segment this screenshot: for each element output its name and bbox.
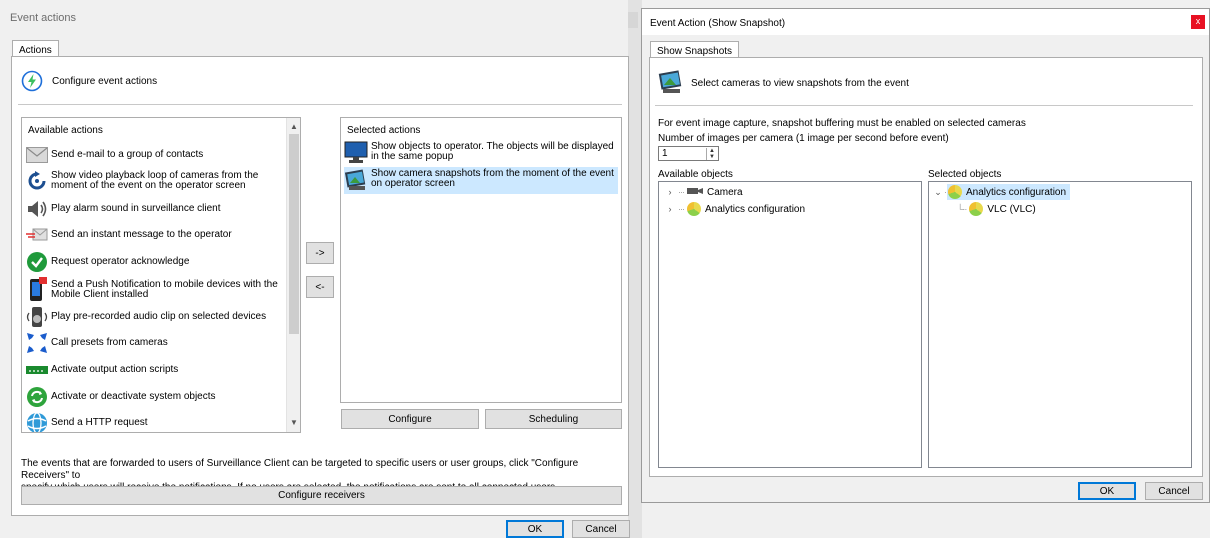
right-cancel-button[interactable]: Cancel [1145, 482, 1203, 500]
window-gap-accent [628, 12, 638, 28]
action-item-operator-acknowledge[interactable]: Request operator acknowledge [26, 249, 288, 275]
stepper-arrows[interactable]: ▲ ▼ [706, 148, 717, 160]
action-item-label: Send a HTTP request [51, 417, 148, 428]
window-gap [628, 0, 642, 538]
mobile-phone-icon [26, 277, 48, 301]
action-item-playback-loop[interactable]: Show video playback loop of cameras from… [26, 167, 288, 195]
action-item-label: Send e-mail to a group of contacts [51, 149, 204, 160]
available-objects-tree[interactable]: › ··· Camera › ··· Analytics configurati… [658, 181, 922, 468]
action-item-send-email[interactable]: Send e-mail to a group of contacts [26, 142, 288, 168]
action-item-http-request[interactable]: Send a HTTP request [26, 410, 288, 432]
available-actions-header: Available actions [28, 125, 103, 136]
action-item-label: Play alarm sound in surveillance client [51, 203, 221, 214]
selected-objects-header: Selected objects [928, 169, 1002, 180]
http-request-icon [26, 412, 48, 432]
selected-actions-header: Selected actions [347, 125, 421, 136]
snapshot-heading: Select cameras to view snapshots from th… [691, 78, 909, 89]
images-per-camera-stepper[interactable]: 1 ▲ ▼ [658, 146, 719, 161]
checkmark-icon [26, 251, 48, 273]
chevron-right-icon[interactable]: › [665, 204, 675, 214]
info-text-line: The events that are forwarded to users o… [21, 458, 579, 481]
tab-show-snapshots-label: Show Snapshots [657, 46, 733, 57]
action-item-label: Activate output action scripts [51, 364, 179, 375]
action-item-alarm-sound[interactable]: Play alarm sound in surveillance client [26, 196, 288, 222]
left-ok-button[interactable]: OK [506, 520, 564, 538]
images-per-camera-value: 1 [662, 148, 668, 159]
tree-node-label: Analytics configuration [705, 203, 806, 215]
stepper-down-icon[interactable]: ▼ [707, 154, 717, 160]
tree-node-label: VLC (VLC) [987, 203, 1036, 215]
tree-node-camera[interactable]: › ··· Camera [665, 184, 743, 200]
speaker-icon [26, 198, 48, 220]
chevron-down-icon[interactable]: ⌄ [933, 187, 943, 198]
add-action-button[interactable]: -> [306, 242, 334, 264]
monitor-icon [344, 140, 368, 164]
scheduling-button[interactable]: Scheduling [485, 409, 622, 429]
right-ok-button[interactable]: OK [1078, 482, 1136, 500]
analytics-icon [948, 185, 962, 199]
selected-objects-tree[interactable]: ⌄ · Analytics configuration └·· VLC (VLC… [928, 181, 1192, 468]
configure-receivers-button[interactable]: Configure receivers [21, 486, 622, 505]
analytics-icon [969, 202, 984, 216]
lightning-icon [21, 70, 43, 92]
instant-message-icon [26, 224, 48, 246]
tree-node-label: Camera [707, 186, 743, 198]
available-actions-list[interactable]: Available actions Send e-mail to a group… [21, 117, 301, 433]
close-icon[interactable]: x [1191, 15, 1205, 29]
configure-button[interactable]: Configure [341, 409, 479, 429]
scroll-down-icon[interactable]: ▼ [287, 416, 300, 430]
remove-action-button[interactable]: <- [306, 276, 334, 298]
camera-icon [687, 187, 703, 198]
tree-node-label: Analytics configuration [966, 186, 1067, 198]
snapshot-icon [344, 167, 368, 191]
left-cancel-button[interactable]: Cancel [572, 520, 630, 538]
right-dialog-title: Event Action (Show Snapshot) [650, 18, 786, 29]
action-item-label: moment of the event on the operator scre… [51, 180, 246, 191]
action-item-label: Activate or deactivate system objects [51, 391, 216, 402]
action-item-label: Call presets from cameras [51, 337, 168, 348]
heading-divider [18, 104, 622, 105]
selected-item-show-objects[interactable]: Show objects to operator. The objects wi… [344, 140, 618, 164]
output-script-icon [26, 359, 48, 381]
action-item-push-notification[interactable]: Send a Push Notification to mobile devic… [26, 275, 288, 305]
toggle-objects-icon [26, 386, 48, 408]
scrollbar-thumb[interactable] [289, 134, 299, 334]
buffering-info-text: For event image capture, snapshot buffer… [658, 118, 1026, 129]
selected-actions-list[interactable]: Selected actions Show objects to operato… [340, 117, 622, 403]
selected-item-label: in the same popup [371, 151, 454, 162]
right-heading-divider [655, 105, 1193, 106]
actions-scrollbar[interactable]: ▲ ▼ [286, 118, 300, 432]
chevron-right-icon[interactable]: › [665, 187, 675, 197]
audio-device-icon [26, 306, 48, 328]
action-item-instant-message[interactable]: Send an instant message to the operator [26, 222, 288, 248]
images-per-camera-label: Number of images per camera (1 image per… [658, 133, 949, 144]
action-item-system-objects[interactable]: Activate or deactivate system objects [26, 384, 288, 410]
tree-node-analytics[interactable]: › ··· Analytics configuration [665, 201, 805, 217]
snapshot-icon [658, 69, 684, 95]
right-dialog-titlebar: Event Action (Show Snapshot) x [642, 9, 1209, 35]
action-item-label: Mobile Client installed [51, 289, 149, 300]
action-item-output-scripts[interactable]: Activate output action scripts [26, 357, 288, 383]
mail-icon [26, 144, 48, 166]
action-item-label: Play pre-recorded audio clip on selected… [51, 311, 267, 322]
selected-item-show-snapshots[interactable]: Show camera snapshots from the moment of… [344, 167, 618, 194]
configure-heading: Configure event actions [52, 76, 158, 87]
tree-node-analytics-selected[interactable]: ⌄ · Analytics configuration [933, 184, 1071, 200]
scroll-up-icon[interactable]: ▲ [287, 120, 300, 134]
analytics-icon [687, 202, 701, 216]
tab-actions-label: Actions [19, 45, 52, 56]
action-item-audio-clip[interactable]: Play pre-recorded audio clip on selected… [26, 304, 288, 330]
action-item-label: Send an instant message to the operator [51, 229, 232, 240]
available-objects-header: Available objects [658, 169, 733, 180]
action-item-label: Request operator acknowledge [51, 256, 190, 267]
ptz-presets-icon [26, 332, 48, 354]
action-item-call-presets[interactable]: Call presets from cameras [26, 330, 288, 356]
playback-loop-icon [26, 170, 48, 192]
show-snapshot-dialog: Event Action (Show Snapshot) x Show Snap… [641, 8, 1210, 503]
tree-node-vlc[interactable]: └·· VLC (VLC) [957, 201, 1036, 217]
selected-item-label: on operator screen [371, 178, 455, 189]
left-dialog-title: Event actions [10, 12, 77, 24]
